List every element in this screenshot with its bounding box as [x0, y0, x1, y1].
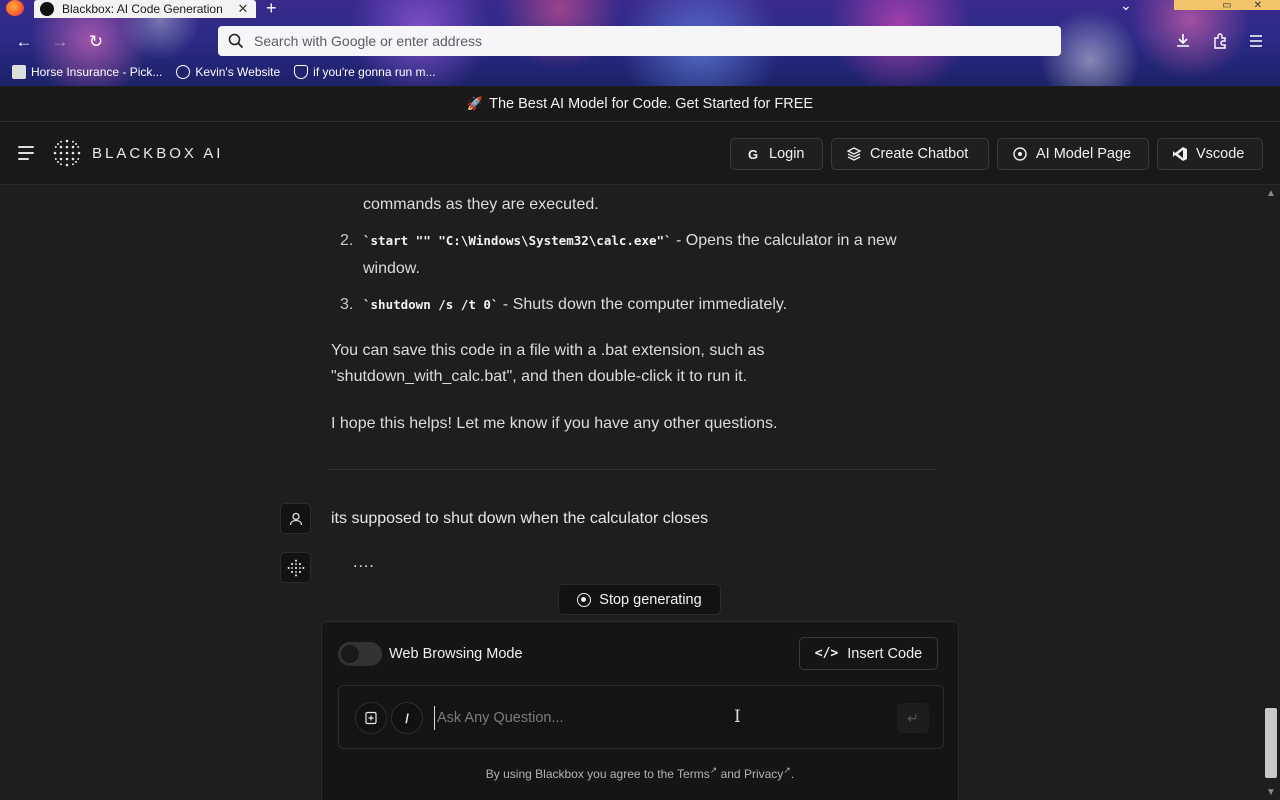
answer-paragraph: I hope this helps! Let me know if you ha… — [331, 415, 778, 432]
close-tab-icon[interactable]: ✕ — [236, 1, 250, 17]
address-bar[interactable] — [218, 26, 1061, 56]
chat-area: commands as they are executed. 2. `start… — [0, 186, 1262, 800]
login-button[interactable]: G Login — [730, 138, 823, 170]
bookmarks-toolbar: Horse Insurance - Pick... Kevin's Websit… — [0, 62, 1280, 82]
user-message: its supposed to shut down when the calcu… — [331, 510, 709, 527]
promo-banner[interactable]: 🚀 The Best AI Model for Code. Get Starte… — [0, 87, 1280, 122]
list-tabs-chevron-icon[interactable]: ⌄ — [1120, 0, 1132, 14]
hamburger-menu-icon[interactable] — [18, 146, 34, 160]
inline-code: `shutdown /s /t 0` — [363, 297, 499, 312]
list-item: commands as they are executed. — [363, 196, 599, 213]
rocket-icon: 🚀 — [466, 96, 484, 111]
tab-title: Blackbox: AI Code Generation — [62, 2, 223, 16]
scrollbar-thumb[interactable] — [1265, 708, 1277, 778]
promo-banner-text: The Best AI Model for Code. Get Started … — [489, 96, 814, 112]
scroll-down-icon[interactable]: ▼ — [1266, 787, 1276, 798]
close-window-icon[interactable]: ✕ — [1254, 0, 1262, 11]
extensions-icon[interactable] — [1211, 32, 1229, 50]
web-browsing-toggle[interactable] — [338, 642, 382, 666]
window-controls: ▭ ✕ — [1174, 0, 1280, 11]
web-browsing-label: Web Browsing Mode — [389, 646, 523, 662]
target-icon — [1013, 147, 1027, 161]
code-brackets-icon: </> — [814, 646, 839, 661]
typing-indicator: .... — [353, 554, 375, 571]
site-header: BLACKBOX AI G Login Create Chatbot AI Mo… — [0, 122, 1280, 185]
text-cursor-icon: I — [734, 707, 741, 727]
vscode-icon — [1173, 147, 1187, 161]
insert-code-button[interactable]: </> Insert Code — [799, 637, 938, 670]
scroll-up-icon[interactable]: ▲ — [1266, 188, 1276, 199]
terms-link[interactable]: Terms — [677, 767, 710, 781]
browser-chrome: Blackbox: AI Code Generation ✕ + ⌄ ▭ ✕ ←… — [0, 0, 1280, 86]
logo-text: BLACKBOX AI — [92, 144, 224, 162]
stop-generating-button[interactable]: Stop generating — [558, 584, 721, 615]
address-input[interactable] — [254, 33, 1014, 49]
ai-model-page-button[interactable]: AI Model Page — [997, 138, 1149, 170]
blackbox-logo[interactable]: BLACKBOX AI — [52, 138, 223, 168]
user-avatar — [280, 503, 311, 534]
add-file-button[interactable] — [355, 702, 387, 734]
search-icon — [228, 33, 244, 49]
blackbox-logo-icon — [53, 139, 81, 167]
browser-tab[interactable]: Blackbox: AI Code Generation ✕ — [34, 0, 256, 18]
tab-strip: Blackbox: AI Code Generation ✕ + ⌄ ▭ ✕ — [0, 0, 1280, 18]
blackbox-favicon-icon — [40, 2, 54, 16]
shield-icon — [294, 65, 309, 79]
user-icon — [289, 512, 302, 525]
bookmark-horse-insurance[interactable]: Horse Insurance - Pick... — [12, 65, 162, 79]
enter-arrow-icon: ↵ — [907, 709, 919, 726]
layers-icon — [846, 147, 862, 161]
inline-code: `start "" "C:\Windows\System32\calc.exe"… — [363, 233, 672, 248]
navigation-bar: ← → ↻ — [0, 26, 1280, 58]
send-button[interactable]: ↵ — [897, 703, 929, 733]
new-tab-button[interactable]: + — [266, 0, 277, 19]
forward-button[interactable]: → — [48, 30, 72, 54]
app-menu-icon[interactable] — [1248, 33, 1264, 49]
google-g-icon: G — [747, 146, 759, 162]
create-chatbot-button[interactable]: Create Chatbot — [831, 138, 989, 170]
page-scrollbar[interactable]: ▲ ▼ — [1262, 186, 1280, 800]
bookmark-favicon-icon — [12, 65, 26, 79]
slash-commands-button[interactable]: / — [391, 702, 423, 734]
firefox-logo-icon — [6, 0, 24, 16]
stop-circle-icon — [577, 592, 592, 607]
bookmark-gonna-run[interactable]: if you're gonna run m... — [294, 65, 436, 79]
downloads-icon[interactable] — [1174, 32, 1192, 50]
composer-panel: Web Browsing Mode </> Insert Code / I ↵ … — [321, 621, 959, 800]
reload-button[interactable]: ↻ — [84, 30, 108, 54]
restore-window-icon[interactable]: ▭ — [1222, 0, 1231, 11]
external-link-icon: ↗ — [783, 765, 791, 775]
terms-notice: By using Blackbox you agree to the Terms… — [485, 765, 795, 781]
answer-paragraph: You can save this code in a file with a … — [331, 342, 765, 385]
bookmark-kevins-website[interactable]: Kevin's Website — [176, 65, 280, 79]
message-divider — [328, 469, 936, 470]
blackbox-logo-icon — [287, 559, 304, 576]
question-input[interactable] — [434, 706, 874, 730]
assistant-avatar — [280, 552, 311, 583]
header-buttons: G Login Create Chatbot AI Model Page Vsc… — [730, 138, 1263, 170]
privacy-link[interactable]: Privacy — [744, 767, 783, 781]
globe-icon — [176, 65, 191, 79]
add-file-icon — [365, 711, 377, 725]
question-input-box: / I ↵ — [338, 685, 944, 749]
vscode-button[interactable]: Vscode — [1157, 138, 1263, 170]
back-button[interactable]: ← — [12, 30, 36, 54]
